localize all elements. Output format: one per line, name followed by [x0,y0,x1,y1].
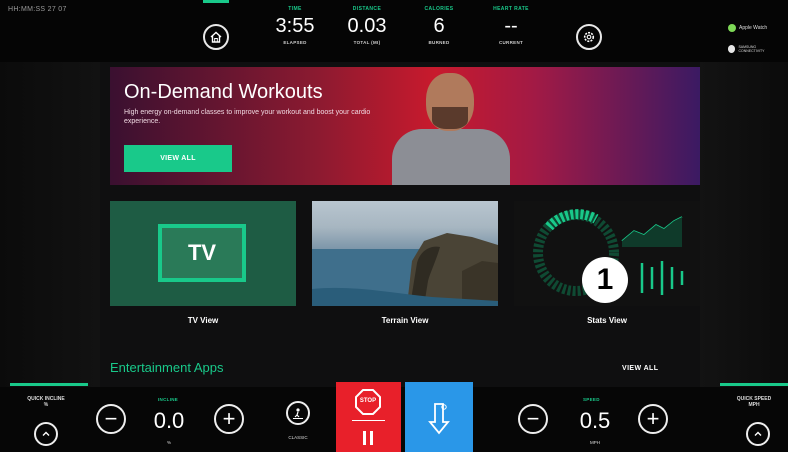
tv-view-label: TV View [187,316,219,325]
quick-speed-button[interactable] [746,422,770,446]
minus-icon: − [104,406,118,431]
speed-unit: MPH [590,440,600,445]
banner-title: On-Demand Workouts [124,81,323,103]
incline-mode-button[interactable] [405,382,473,452]
classic-label: CLASSIC [288,435,308,440]
samsung-icon [728,45,736,53]
stat-time[interactable]: TIME 3:55 ELAPSED [260,6,330,45]
terrain-view-tile[interactable] [312,201,498,306]
stat-time-value: 3:55 [275,15,315,37]
speed-label: SPEED [583,397,600,402]
incline-label: INCLINE [158,397,179,402]
view-all-workouts-button[interactable]: VIEW ALL [124,145,232,172]
stat-calories-sub: BURNED [428,40,450,45]
tv-icon: TV [158,224,246,282]
home-button[interactable] [203,24,229,50]
clock: HH:MM:SS 27 07 [8,6,67,13]
quick-incline-indicator [10,383,88,386]
samsung-label: SAMSUNG CONNECTIVITY [738,45,765,53]
stop-divider [352,420,385,421]
stat-heart-rate-label: HEART RATE [493,6,529,12]
quick-incline-label: QUICK INCLINE % [27,396,65,408]
quick-speed-indicator [720,383,788,386]
terrain-image [312,233,498,306]
stat-calories[interactable]: CALORIES 6 BURNED [404,6,474,45]
samsung-badge[interactable]: SAMSUNG CONNECTIVITY [728,43,780,55]
stat-time-sub: ELAPSED [283,40,307,45]
stop-pause-button[interactable]: STOP [336,382,401,452]
stat-heart-rate[interactable]: HEART RATE -- CURRENT [476,6,546,45]
trainer-image-beard [432,107,468,129]
quick-speed-label: QUICK SPEED MPH [736,396,772,408]
plus-icon: + [646,406,660,431]
treadmill-icon [293,408,303,419]
pause-icon [363,431,373,445]
entertainment-apps-title: Entertainment Apps [110,360,224,375]
incline-increase-button[interactable]: + [214,404,244,434]
incline-decrease-button[interactable]: − [96,404,126,434]
quick-incline-button[interactable] [34,422,58,446]
apple-watch-badge[interactable]: Apple Watch [728,22,780,34]
home-active-indicator [203,0,229,3]
incline-unit: % [166,440,171,445]
stat-time-label: TIME [288,6,302,12]
stats-view-label: Stats View [587,316,627,325]
speed-increase-button[interactable]: + [638,404,668,434]
stat-heart-rate-sub: CURRENT [498,40,524,45]
apple-watch-icon [728,24,736,32]
home-icon [210,31,222,43]
plus-icon: + [222,406,236,431]
gear-icon [583,31,595,43]
terrain-view-label: Terrain View [381,316,429,325]
chevron-up-icon [42,431,50,436]
speed-value: 0.5 [579,408,611,433]
stat-distance-label: DISTANCE [352,6,382,12]
stat-heart-rate-value: -- [504,15,518,37]
stat-distance-value: 0.03 [347,15,387,37]
settings-button[interactable] [576,24,602,50]
trainer-image-shirt [392,129,510,185]
top-stats-bar: HH:MM:SS 27 07 TIME 3:55 ELAPSED DISTANC… [0,0,788,62]
chevron-up-icon [754,431,762,436]
stat-calories-value: 6 [433,15,445,37]
entertainment-view-all-link[interactable]: VIEW ALL [622,365,658,372]
minus-icon: − [526,406,540,431]
stat-distance[interactable]: DISTANCE 0.03 TOTAL (MI) [332,6,402,45]
incline-value: 0.0 [153,408,185,433]
left-panel [0,62,100,387]
tv-view-tile[interactable]: TV [110,201,296,306]
stop-label: STOP [359,398,377,404]
right-panel [700,62,788,387]
on-demand-banner[interactable]: On-Demand Workouts High energy on-demand… [110,67,700,185]
apple-watch-label: Apple Watch [739,25,768,31]
banner-description: High energy on-demand classes to improve… [124,109,371,125]
stat-calories-label: CALORIES [424,6,454,12]
classic-mode-button[interactable] [286,401,310,425]
speed-decrease-button[interactable]: − [518,404,548,434]
down-arrow-icon [428,403,450,435]
stat-distance-sub: TOTAL (MI) [353,40,381,45]
stats-view-badge: 1 [582,257,628,303]
